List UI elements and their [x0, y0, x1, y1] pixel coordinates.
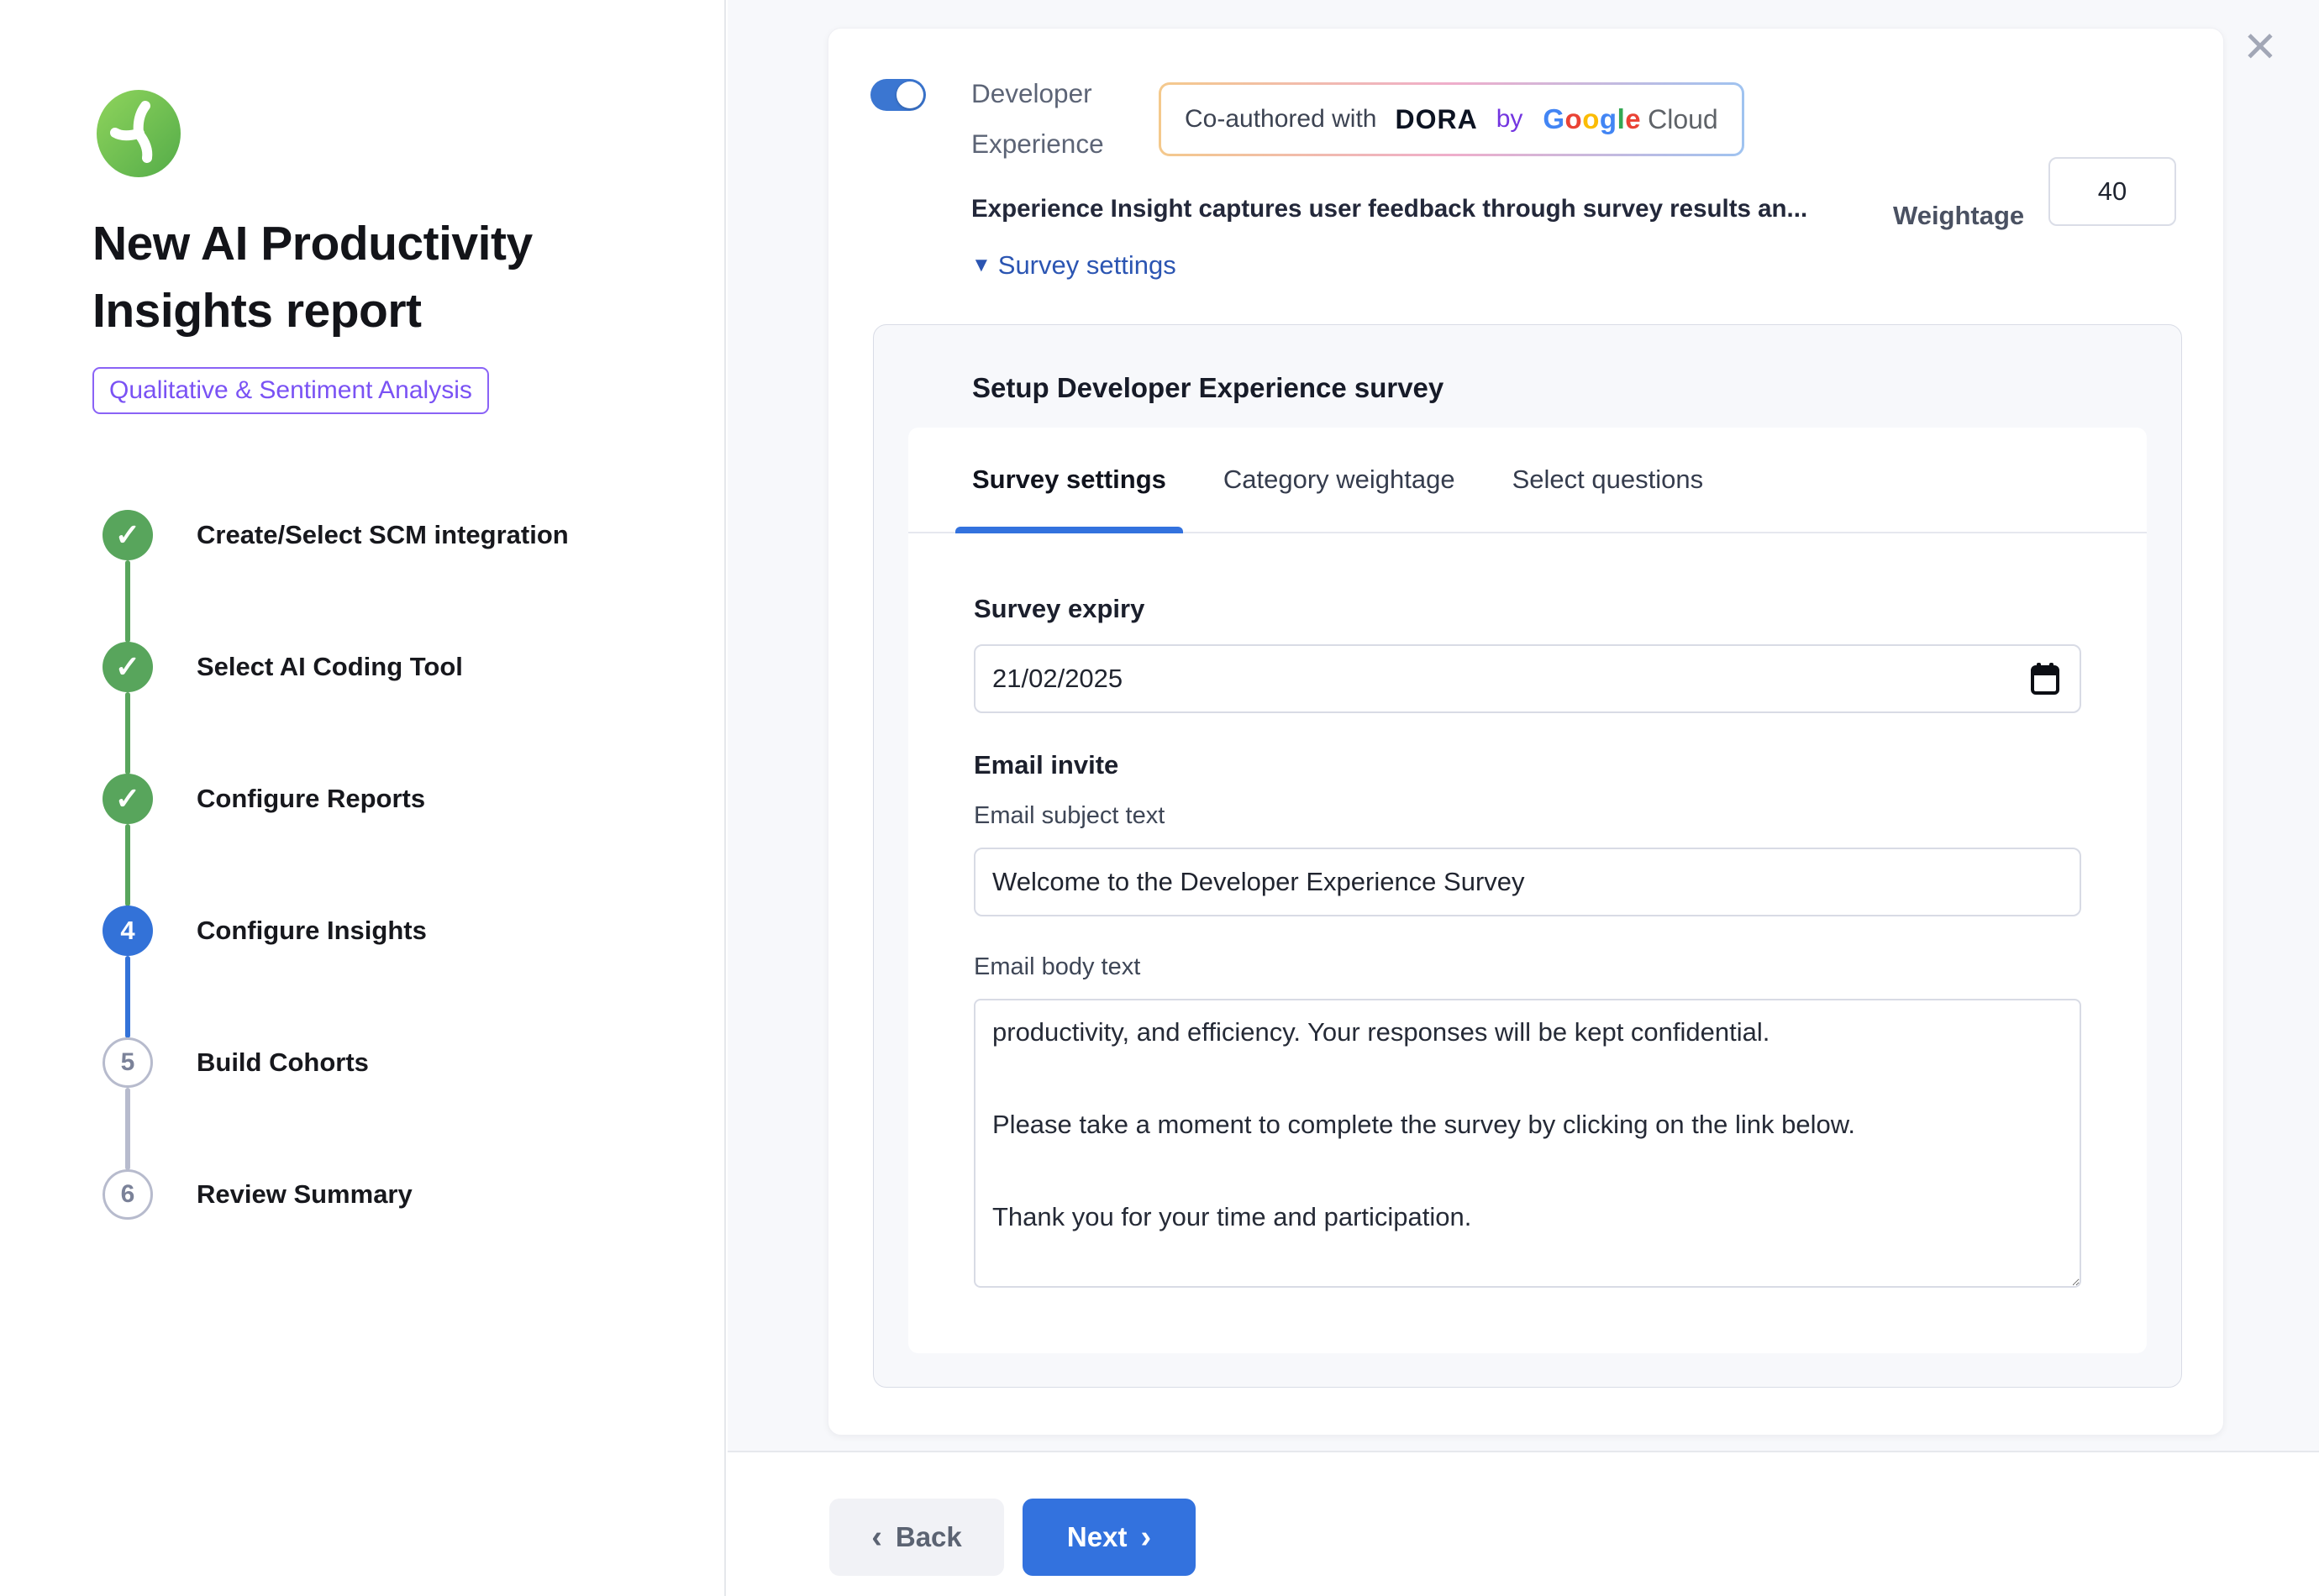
setup-survey-panel: Setup Developer Experience survey Survey… — [873, 324, 2182, 1388]
survey-expiry-input[interactable]: 21/02/2025 — [974, 644, 2081, 713]
by-text: by — [1496, 105, 1523, 134]
step-connector — [125, 1088, 130, 1170]
cloud-text: Cloud — [1648, 104, 1718, 135]
step-label: Select AI Coding Tool — [197, 652, 463, 682]
survey-settings-collapse[interactable]: ▼ Survey settings — [971, 250, 1176, 281]
step-label: Configure Reports — [197, 784, 425, 814]
insight-card: Developer Experience Co-authored with DO… — [828, 28, 2224, 1436]
dora-logo: DORA — [1395, 104, 1477, 135]
step-label: Create/Select SCM integration — [197, 520, 569, 550]
survey-settings-link-label: Survey settings — [998, 250, 1176, 281]
screen: New AI Productivity Insights report Qual… — [0, 0, 2319, 1596]
next-button[interactable]: Next › — [1023, 1499, 1196, 1576]
google-logo: Google — [1543, 103, 1641, 135]
step-item-ai-coding-tool[interactable]: ✓ Select AI Coding Tool — [103, 642, 463, 692]
email-body-textarea[interactable]: productivity, and efficiency. Your respo… — [974, 999, 2081, 1288]
step-label: Build Cohorts — [197, 1047, 369, 1078]
step-connector — [125, 692, 130, 774]
developer-experience-toggle[interactable] — [870, 79, 926, 111]
survey-expiry-label: Survey expiry — [974, 594, 1144, 624]
main-area: ✕ Developer Experience Co-authored with … — [728, 0, 2319, 1596]
step-item-configure-insights[interactable]: 4 Configure Insights — [103, 906, 427, 956]
tab-survey-settings[interactable]: Survey settings — [955, 428, 1183, 532]
chevron-right-icon: › — [1140, 1521, 1151, 1553]
close-icon[interactable]: ✕ — [2237, 24, 2284, 71]
back-button-label: Back — [896, 1521, 962, 1553]
email-invite-label: Email invite — [974, 750, 1118, 780]
step-connector — [125, 560, 130, 643]
survey-tabs-panel: Survey settings Category weightage Selec… — [908, 428, 2147, 1353]
survey-expiry-value: 21/02/2025 — [992, 664, 2031, 694]
coauthored-badge: Co-authored with DORA by Google Cloud — [1159, 82, 1744, 156]
step-item-build-cohorts[interactable]: 5 Build Cohorts — [103, 1037, 369, 1088]
tab-category-weightage[interactable]: Category weightage — [1207, 428, 1472, 532]
weightage-input[interactable] — [2048, 157, 2176, 226]
chevron-left-icon: ‹ — [871, 1521, 882, 1553]
sidebar: New AI Productivity Insights report Qual… — [0, 0, 726, 1596]
step-label: Configure Insights — [197, 916, 427, 946]
back-button[interactable]: ‹ Back — [829, 1499, 1004, 1576]
email-subject-input[interactable] — [974, 848, 2081, 916]
tab-select-questions[interactable]: Select questions — [1496, 428, 1720, 532]
step-label: Review Summary — [197, 1179, 413, 1210]
check-icon: ✓ — [115, 649, 140, 685]
weightage-label: Weightage — [1893, 201, 2024, 231]
step-connector — [125, 956, 130, 1038]
setup-heading: Setup Developer Experience survey — [972, 372, 1443, 404]
step-list: ✓ Create/Select SCM integration ✓ Select… — [103, 510, 640, 1249]
email-body-label: Email body text — [974, 953, 1140, 981]
toggle-knob — [897, 81, 923, 108]
tab-bar: Survey settings Category weightage Selec… — [908, 428, 2147, 533]
next-button-label: Next — [1067, 1521, 1128, 1553]
email-subject-label: Email subject text — [974, 802, 1165, 830]
insight-description: Experience Insight captures user feedbac… — [971, 195, 1870, 223]
insight-title: Developer Experience — [971, 68, 1156, 169]
calendar-icon[interactable] — [2031, 663, 2059, 695]
page-title: New AI Productivity Insights report — [92, 210, 613, 344]
pinwheel-logo-icon — [95, 89, 182, 178]
report-type-badge: Qualitative & Sentiment Analysis — [92, 367, 489, 414]
check-icon: ✓ — [115, 517, 140, 553]
footer: ‹ Back Next › — [728, 1452, 2319, 1596]
step-connector — [125, 824, 130, 906]
check-icon: ✓ — [115, 781, 140, 816]
step-number: 4 — [120, 916, 134, 946]
step-item-review-summary[interactable]: 6 Review Summary — [103, 1169, 413, 1220]
step-number: 5 — [121, 1048, 135, 1077]
step-item-configure-reports[interactable]: ✓ Configure Reports — [103, 774, 425, 824]
coauthored-prefix: Co-authored with — [1185, 105, 1376, 134]
step-item-scm-integration[interactable]: ✓ Create/Select SCM integration — [103, 510, 569, 560]
triangle-down-icon: ▼ — [971, 254, 991, 277]
step-number: 6 — [121, 1180, 135, 1209]
